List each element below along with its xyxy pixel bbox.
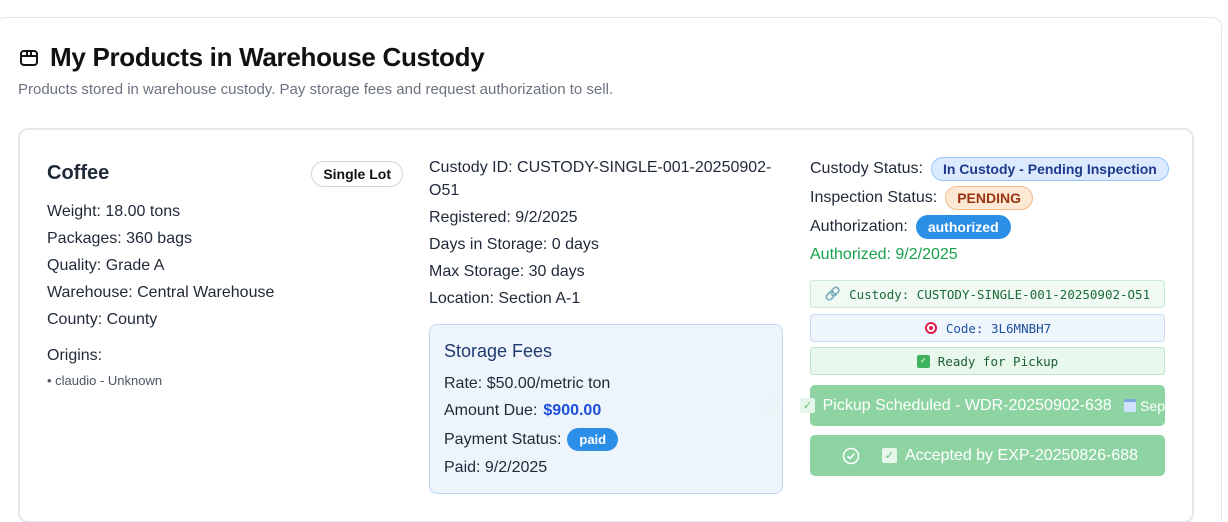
quality: Quality: Grade A [47,257,165,274]
custody-id-box: 🔗 Custody: CUSTODY-SINGLE-001-20250902-O… [810,280,1165,308]
authorization-badge: authorized [915,215,1011,239]
packages: Packages: 360 bags [47,230,192,247]
amount-due: Amount Due: $900.00 [444,402,601,420]
code-text: Code: 3L6MNBH7 [945,320,1052,336]
registered-date: Registered: 9/2/2025 [429,209,578,226]
custody-id-box-text: Custody: CUSTODY-SINGLE-001-20250902-O51 [849,286,1151,302]
pickup-date-text: Sep [1140,397,1165,414]
custody-status-badge: In Custody - Pending Inspection [930,157,1169,181]
code-box: Code: 3L6MNBH7 [810,314,1165,342]
authorized-date: Authorized: 9/2/2025 [810,246,958,263]
clock-icon [765,398,780,413]
accepted-by-button[interactable]: ✓ Accepted by EXP-20250826-688 [810,435,1165,476]
amount-due-label: Amount Due: [444,402,538,419]
fee-rate-text: Rate: $50.00/metric ton [444,375,611,392]
pickup-scheduled-button[interactable]: ✓ Pickup Scheduled - WDR-20250902-638 Se… [765,385,1165,426]
fee-rate: Rate: $50.00/metric ton [444,375,610,393]
page-title: My Products in Warehouse Custody [50,42,485,72]
page-subtitle: Products stored in warehouse custody. Pa… [18,81,614,98]
link-icon: 🔗 [824,286,842,302]
authorization-status: Authorization: authorized [810,215,1011,239]
product-name: Coffee [47,162,110,184]
payment-status: Payment Status: paid [444,428,619,451]
lot-type-badge: Single Lot [311,161,403,187]
calendar-icon [1123,399,1137,412]
storage-fees-title: Storage Fees [444,341,553,361]
check-box-icon: ✓ [800,398,815,413]
days-in-storage: Days in Storage: 0 days [429,236,599,253]
inspection-status-label: Inspection Status: [810,189,938,206]
ready-for-pickup-box: ✓ Ready for Pickup [810,347,1165,375]
package-icon [20,49,38,66]
custody-status-label: Custody Status: [810,160,923,177]
origin-item: • claudio - Unknown [47,373,163,388]
weight: Weight: 18.00 tons [47,203,181,220]
payment-status-label: Payment Status: [444,430,562,448]
storage-location: Location: Section A-1 [429,290,581,307]
origins-label: Origins: [47,347,103,364]
check-circle-icon [842,447,860,464]
storage-fees-panel: Storage Fees Rate: $50.00/metric ton Amo… [429,324,783,494]
amount-due-value: $900.00 [543,402,602,419]
max-storage: Max Storage: 30 days [429,263,585,280]
custody-id: Custody ID: CUSTODY-SINGLE-001-20250902-… [429,159,772,199]
check-box-icon: ✓ [916,354,930,368]
check-box-icon: ✓ [882,448,897,463]
inspection-status-badge: PENDING [945,186,1033,210]
target-icon [924,322,937,334]
custody-status: Custody Status: In Custody - Pending Ins… [810,157,1169,181]
authorization-label: Authorization: [810,218,908,235]
paid-date: Paid: 9/2/2025 [444,459,548,476]
payment-status-badge: paid [567,428,619,451]
county: County: County [47,311,158,328]
pickup-scheduled-text: Pickup Scheduled - WDR-20250902-638 [822,396,1112,414]
accepted-by-text: Accepted by EXP-20250826-688 [905,446,1139,464]
inspection-status: Inspection Status: PENDING [810,186,1033,210]
page-header: My Products in Warehouse Custody [18,42,485,73]
warehouse: Warehouse: Central Warehouse [47,284,275,301]
ready-for-pickup-text: Ready for Pickup [937,353,1059,369]
